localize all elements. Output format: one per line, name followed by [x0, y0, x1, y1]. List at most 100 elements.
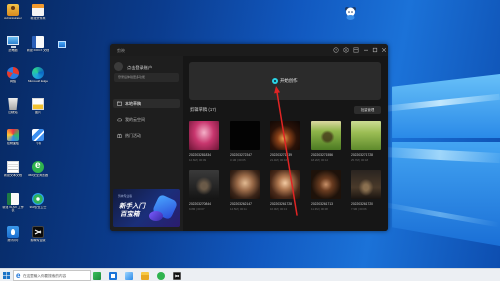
windows-start-icon[interactable]: [3, 272, 10, 279]
desktop-shortcut[interactable]: 360安全浏览器: [26, 160, 50, 189]
desktop-shortcut-label: 新建文件夹: [30, 17, 46, 20]
draft-thumbnail[interactable]: [311, 121, 341, 150]
desktop-shortcut[interactable]: 此电脑: [1, 36, 25, 64]
drafts-title: 剪辑草稿: [190, 107, 208, 112]
minimize-icon[interactable]: [363, 47, 369, 53]
panda-pet-icon[interactable]: [344, 6, 357, 20]
draft-meta: 9.8M | 00:07: [189, 207, 205, 211]
draft-meta: 12.6M | 00:09: [189, 158, 207, 162]
sidebar-item-local-drafts[interactable]: 本地草稿: [113, 99, 180, 108]
desktop-shortcut-label: Administrator: [4, 17, 22, 20]
draft-thumbnail[interactable]: [311, 170, 341, 199]
file-explorer-icon[interactable]: [141, 271, 149, 280]
draft-name: 202203270844: [189, 202, 212, 206]
desktop-shortcut[interactable]: 新建文本文档: [1, 161, 25, 189]
desktop-shortcut[interactable]: 腾讯QQ: [1, 226, 25, 254]
desktop-shortcut[interactable]: 网络: [1, 67, 25, 95]
draft-thumbnail[interactable]: [189, 170, 219, 199]
draft-thumbnail[interactable]: [270, 121, 300, 150]
desktop-shortcut[interactable]: 新建 XLSX 工作表: [1, 193, 25, 221]
capcut-glyph: [174, 274, 180, 277]
sidebar-item-label: 本地草稿: [125, 101, 141, 107]
desktop-shortcut[interactable]: 飞书: [26, 129, 50, 157]
desktop-shortcut-label: Microsoft Edge: [27, 80, 48, 83]
banner-caption: 剪映专业版: [118, 194, 132, 198]
history-clock-icon[interactable]: [333, 47, 339, 53]
title-bar[interactable]: 剪映: [110, 44, 388, 56]
small-window-icon[interactable]: [58, 41, 66, 48]
main-content: 开始创作 剪辑草稿 (17) 批量管理 202203281834 12.6M |…: [183, 56, 388, 231]
store-app-icon[interactable]: [109, 271, 117, 280]
folder-icon: [117, 101, 122, 106]
browser-app-icon[interactable]: [125, 271, 133, 280]
settings-hexagon-icon[interactable]: [343, 47, 349, 53]
desktop-shortcut-label: 360安全浏览器: [27, 174, 48, 177]
photos-app-icon[interactable]: [93, 271, 101, 280]
sidebar-item-cloud-space[interactable]: 我的云空间: [113, 115, 180, 124]
capcut-icon[interactable]: [173, 271, 181, 280]
draft-meta: 11.3M | 00:08: [311, 207, 328, 211]
desktop-shortcut[interactable]: 回收站: [1, 98, 25, 126]
start-creating-button[interactable]: 开始创作: [189, 62, 381, 100]
control-panel-icon: [7, 129, 19, 141]
image-file-icon: [32, 98, 44, 110]
batch-manage-button[interactable]: 批量管理: [354, 106, 381, 114]
draft-meta: 18.2M | 00:12: [311, 158, 329, 162]
login-tip[interactable]: 登录后体验更多功能: [114, 73, 179, 82]
sidebar-item-hot-events[interactable]: 热门活动: [113, 131, 180, 140]
desktop-shortcut-label: 剪映专业版: [30, 239, 46, 242]
login-link[interactable]: 点击登录账户: [127, 65, 152, 71]
desktop-shortcut-label: 新建文本文档: [3, 174, 22, 177]
green-browser-icon[interactable]: [157, 271, 165, 280]
banner-subtitle: 百宝箱: [120, 211, 140, 218]
draft-name: 202203271556: [311, 153, 334, 157]
gift-icon: [117, 133, 122, 138]
desktop-shortcut[interactable]: Administrator: [1, 4, 25, 32]
desktop-shortcut[interactable]: 控制面板: [1, 129, 25, 157]
desktop-shortcut-label: 此电脑: [8, 49, 18, 52]
draft-name: 202203261713: [311, 202, 334, 206]
beginner-guide-banner[interactable]: 剪映专业版 新手入门 百宝箱: [113, 189, 180, 227]
drafts-count: (17): [208, 107, 217, 112]
maximize-icon[interactable]: [372, 47, 378, 53]
layout-grid-icon[interactable]: [353, 47, 359, 53]
desktop-shortcut[interactable]: 图片: [26, 98, 50, 126]
draft-meta: 3.1M | 00:05: [230, 158, 246, 162]
word-document-icon: [32, 36, 44, 48]
document-folder-icon: [32, 4, 44, 16]
draft-thumbnail[interactable]: [351, 170, 381, 199]
recycle-bin-icon: [8, 98, 18, 110]
desktop-shortcut-label: 飞书: [34, 142, 41, 145]
computer-icon: [7, 36, 19, 48]
draft-meta: 7.9M | 00:06: [351, 207, 367, 211]
browser-e-icon: e: [16, 271, 21, 280]
avatar[interactable]: [114, 62, 123, 71]
draft-thumbnail[interactable]: [270, 170, 300, 199]
banner-decoration: [149, 211, 163, 221]
desktop-shortcut[interactable]: 新建文件夹: [26, 4, 50, 32]
edge-browser-icon: [32, 67, 44, 79]
desktop-shortcut[interactable]: 剪映专业版: [26, 226, 50, 254]
desktop-shortcut[interactable]: Microsoft Edge: [26, 67, 50, 95]
desktop-shortcut[interactable]: 360安全卫士: [26, 193, 50, 221]
sidebar: 点击登录账户 登录后体验更多功能 本地草稿 我的云空间 热门活动 剪映专业版 新…: [110, 56, 183, 231]
sidebar-item-label: 热门活动: [125, 133, 141, 139]
desktop-shortcut-label: 腾讯QQ: [7, 239, 19, 242]
network-icon: [7, 67, 19, 79]
window-title: 剪映: [117, 47, 125, 53]
close-icon[interactable]: [381, 47, 387, 53]
draft-thumbnail[interactable]: [230, 121, 260, 150]
desktop-shortcut[interactable]: 新建 DOCX 文档: [26, 36, 50, 64]
draft-thumbnail[interactable]: [351, 121, 381, 150]
draft-thumbnail[interactable]: [230, 170, 260, 199]
draft-meta: 16.0M | 00:13: [270, 207, 288, 211]
draft-thumbnail[interactable]: [189, 121, 219, 150]
taskbar-search-box[interactable]: e 在这里输入你要搜索的内容: [13, 270, 91, 281]
desktop-shortcut-label: 360安全卫士: [29, 206, 47, 209]
draft-name: 202203272347: [230, 153, 253, 157]
desktop-shortcut-label: 新建 XLSX 工作表: [2, 206, 24, 213]
start-creating-label: 开始创作: [280, 78, 298, 83]
green-browser-icon: [32, 160, 44, 173]
qq-icon: [7, 226, 19, 238]
desktop-shortcut-label: 图片: [34, 111, 41, 114]
